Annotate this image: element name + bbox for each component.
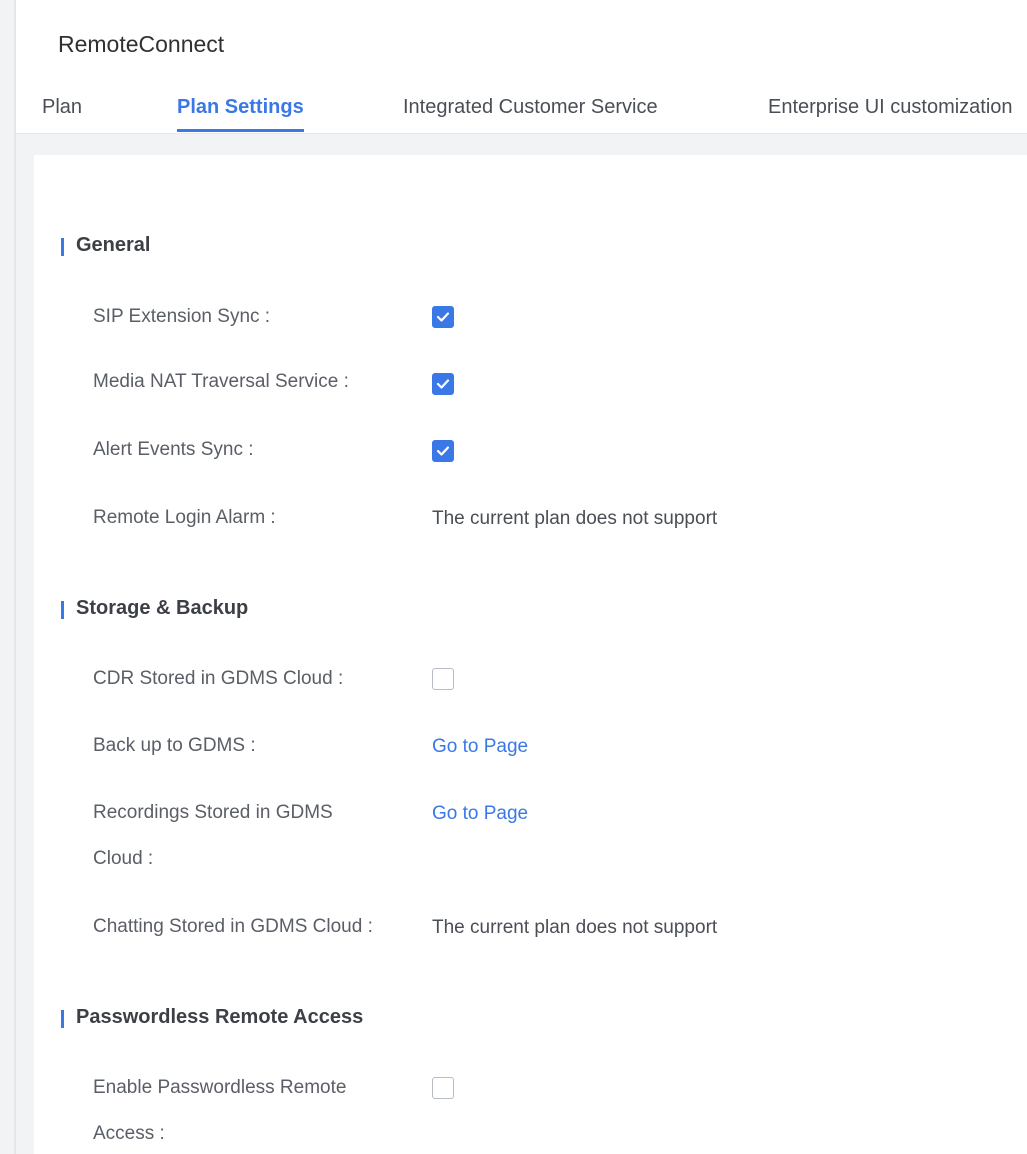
page-title: RemoteConnect <box>58 31 225 57</box>
section-accent-bar <box>61 601 64 619</box>
sip-extension-sync-label: SIP Extension Sync : <box>93 306 271 327</box>
remote-login-alarm-label: Remote Login Alarm : <box>93 507 276 528</box>
enable-passwordless-label-line2: Access : <box>93 1123 165 1144</box>
section-accent-bar <box>61 238 64 256</box>
media-nat-traversal-label: Media NAT Traversal Service : <box>93 371 349 392</box>
section-general-title: General <box>76 234 151 256</box>
recordings-stored-label-line2: Cloud : <box>93 848 154 869</box>
section-passwordless-title: Passwordless Remote Access <box>76 1006 364 1028</box>
left-divider <box>14 0 16 1154</box>
remote-login-alarm-value: The current plan does not support <box>432 508 718 529</box>
tab-plan-settings[interactable]: Plan Settings <box>177 96 304 132</box>
alert-events-sync-label: Alert Events Sync : <box>93 439 254 460</box>
plan-settings-page: RemoteConnect Plan Plan Settings Integra… <box>0 0 1027 1154</box>
media-nat-traversal-checkbox[interactable] <box>432 373 454 395</box>
sip-extension-sync-checkbox[interactable] <box>432 306 454 328</box>
enable-passwordless-label-line1: Enable Passwordless Remote <box>93 1077 347 1098</box>
cdr-stored-label: CDR Stored in GDMS Cloud : <box>93 668 344 689</box>
alert-events-sync-checkbox[interactable] <box>432 440 454 462</box>
section-storage-heading: Storage & Backup <box>61 597 249 620</box>
check-icon <box>436 379 450 389</box>
tab-enterprise-ui-customization[interactable]: Enterprise UI customization <box>768 96 1013 119</box>
tab-plan[interactable]: Plan <box>42 96 82 119</box>
recordings-go-to-page-link[interactable]: Go to Page <box>432 803 528 825</box>
section-accent-bar <box>61 1010 64 1028</box>
cdr-stored-checkbox[interactable] <box>432 668 454 690</box>
recordings-stored-label-line1: Recordings Stored in GDMS <box>93 802 333 823</box>
tab-plan-settings-label: Plan Settings <box>177 96 304 118</box>
chatting-stored-label: Chatting Stored in GDMS Cloud : <box>93 916 373 937</box>
enable-passwordless-checkbox[interactable] <box>432 1077 454 1099</box>
section-storage-title: Storage & Backup <box>76 597 249 619</box>
tab-integrated-customer-service[interactable]: Integrated Customer Service <box>403 96 658 119</box>
check-icon <box>436 446 450 456</box>
backup-go-to-page-link[interactable]: Go to Page <box>432 736 528 758</box>
backup-to-gdms-label: Back up to GDMS : <box>93 735 256 756</box>
header: RemoteConnect Plan Plan Settings Integra… <box>16 0 1027 134</box>
section-general-heading: General <box>61 234 151 257</box>
chatting-stored-value: The current plan does not support <box>432 917 718 938</box>
active-tab-indicator <box>177 129 304 132</box>
check-icon <box>436 312 450 322</box>
section-passwordless-heading: Passwordless Remote Access <box>61 1006 364 1029</box>
